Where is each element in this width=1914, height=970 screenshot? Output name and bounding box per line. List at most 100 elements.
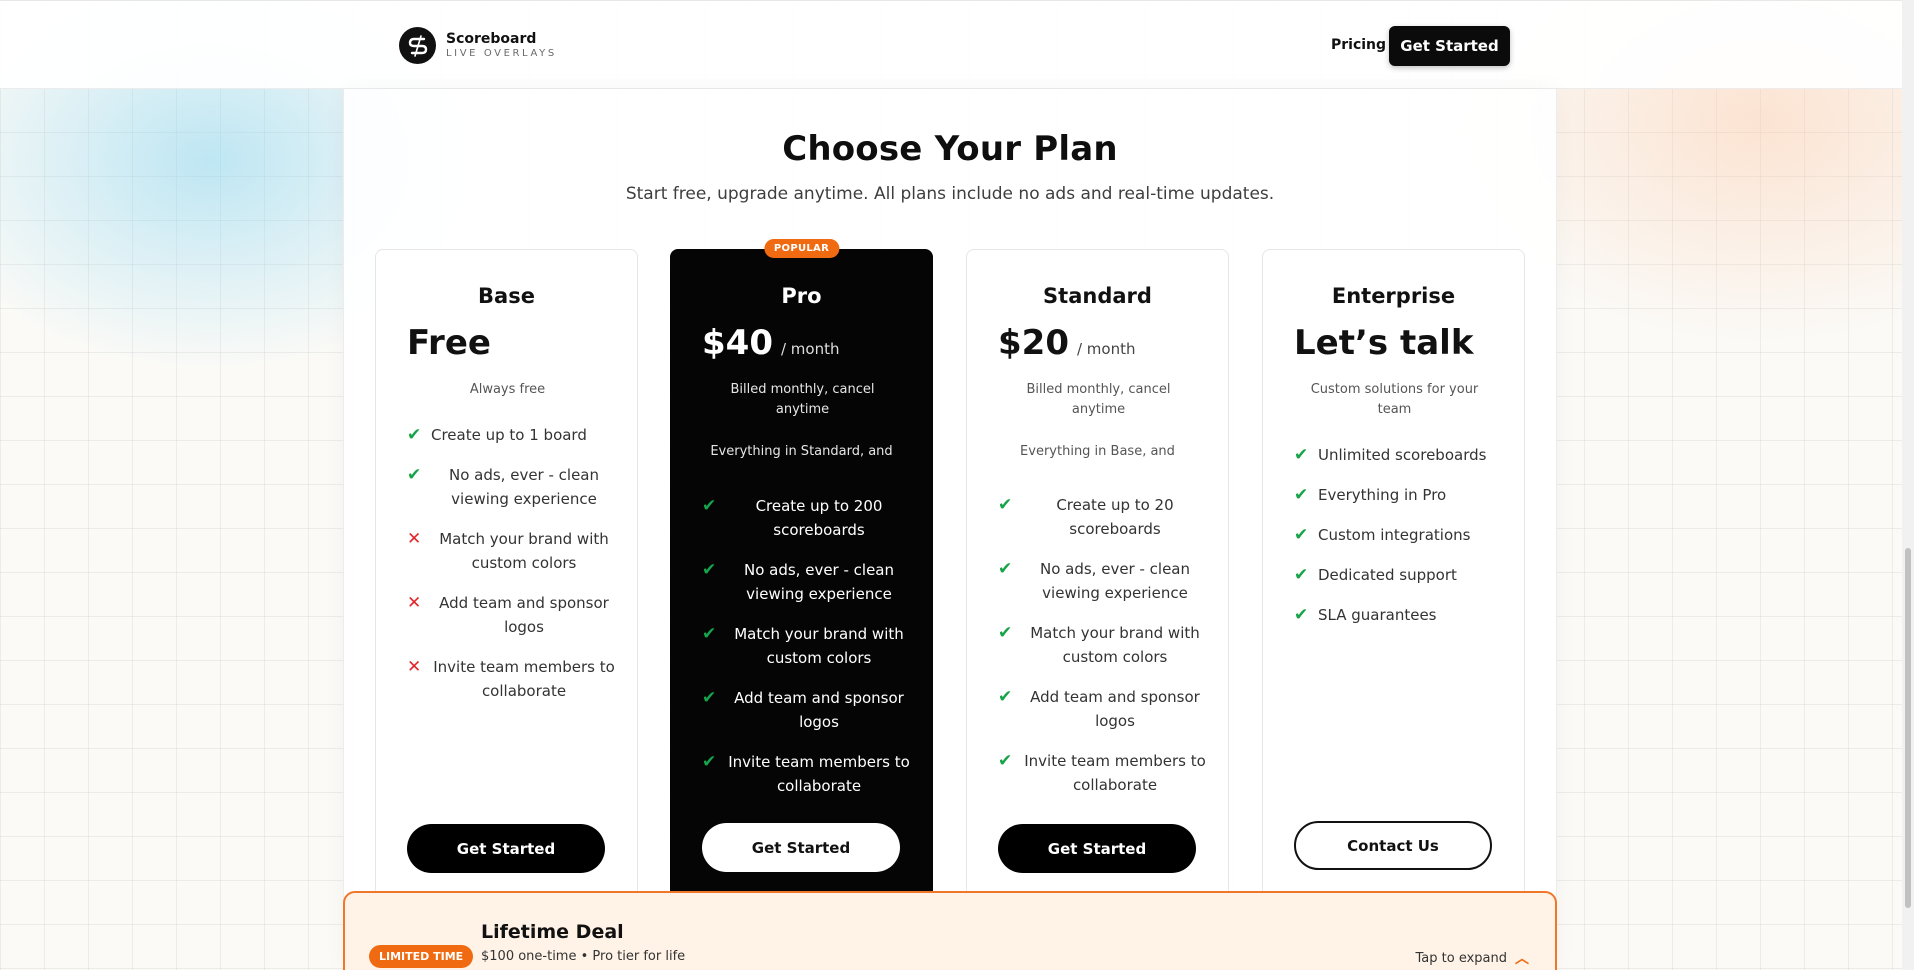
plan-price: $20 (998, 323, 1069, 363)
limited-time-badge: LIMITED TIME (369, 945, 474, 968)
plan-includes: Everything in Standard, and (710, 444, 893, 459)
feature-item: ✔ Add team and sponsor logos (998, 685, 1208, 733)
feature-item: ✔ Invite team members to collaborate (702, 750, 912, 798)
feature-item: ✔ Everything in Pro (1294, 483, 1504, 507)
feature-text: Everything in Pro (1318, 486, 1447, 504)
check-icon: ✔ (1294, 445, 1309, 465)
feature-text: Invite team members to collaborate (728, 753, 910, 795)
check-icon: ✔ (998, 687, 1013, 707)
feature-list: ✔ Create up to 1 board ✔ No ads, ever - cl… (407, 423, 617, 719)
plan-price: $40 (702, 323, 773, 363)
plan-billing: Billed monthly, cancel anytime (1026, 382, 1171, 417)
plan-billing: Custom solutions for your team (1310, 382, 1479, 417)
check-icon: ✔ (998, 623, 1013, 643)
feature-item: ✔ Add team and sponsor logos (702, 686, 912, 734)
feature-item: ✔ No ads, ever - clean viewing experience (998, 557, 1208, 605)
cross-icon: ✕ (407, 657, 422, 677)
feature-text: Invite team members to collaborate (1024, 752, 1206, 794)
brand-name: Scoreboard (446, 31, 537, 47)
check-icon: ✔ (702, 752, 717, 772)
feature-text: Add team and sponsor logos (1030, 688, 1200, 730)
base-get-started-button[interactable]: Get Started (407, 824, 605, 873)
deal-expand-toggle[interactable]: Tap to expand ︿ (1416, 948, 1530, 968)
feature-text: Create up to 20 scoreboards (1056, 496, 1174, 538)
plan-name: Enterprise (1331, 284, 1456, 308)
feature-item: ✔ Unlimited scoreboards (1294, 443, 1504, 467)
plan-name: Pro (781, 284, 822, 308)
scoreboard-logo-icon (399, 27, 436, 64)
contact-us-button[interactable]: Contact Us (1294, 821, 1492, 870)
feature-item: ✔ Create up to 20 scoreboards (998, 493, 1208, 541)
feature-text: Create up to 200 scoreboards (755, 497, 883, 539)
feature-item: ✔ SLA guarantees (1294, 603, 1504, 627)
popular-badge: POPULAR (763, 239, 840, 258)
page-subtitle: Start free, upgrade anytime. All plans i… (625, 184, 1275, 204)
brand-logo[interactable]: Scoreboard LIVE OVERLAYS (399, 27, 557, 64)
feature-text: Dedicated support (1318, 566, 1457, 584)
feature-item: ✕ Invite team members to collaborate (407, 655, 617, 703)
feature-item: ✔ Create up to 200 scoreboards (702, 494, 912, 542)
header-get-started-button[interactable]: Get Started (1389, 26, 1510, 66)
plan-billing: Billed monthly, cancel anytime (730, 382, 875, 417)
check-icon: ✔ (702, 496, 717, 516)
check-icon: ✔ (998, 559, 1013, 579)
feature-item: ✔ Dedicated support (1294, 563, 1504, 587)
feature-text: Add team and sponsor logos (734, 689, 904, 731)
feature-text: No ads, ever - clean viewing experience (1039, 560, 1191, 602)
chevron-up-icon: ︿ (1515, 951, 1529, 967)
check-icon: ✔ (702, 560, 717, 580)
feature-item: ✔ Invite team members to collaborate (998, 749, 1208, 797)
plan-price: Free (407, 323, 491, 363)
standard-get-started-button[interactable]: Get Started (998, 824, 1196, 873)
feature-item: ✔ Match your brand with custom colors (702, 622, 912, 670)
feature-item: ✔ Custom integrations (1294, 523, 1504, 547)
nav-link-pricing[interactable]: Pricing (1331, 37, 1386, 53)
feature-text: Custom integrations (1318, 526, 1471, 544)
feature-text: Match your brand with custom colors (439, 530, 609, 572)
plan-period: / month (1076, 340, 1136, 358)
scrollbar-thumb[interactable] (1905, 548, 1911, 908)
feature-list: ✔ Unlimited scoreboards ✔ Everything in Pr… (1294, 443, 1504, 643)
page-title: Choose Your Plan (782, 129, 1118, 169)
feature-item: ✔ No ads, ever - clean viewing experience (702, 558, 912, 606)
check-icon: ✔ (1294, 485, 1309, 505)
pricing-panel: Choose Your Plan Start free, upgrade any… (343, 89, 1557, 970)
feature-item: ✔ Match your brand with custom colors (998, 621, 1208, 669)
deal-title: Lifetime Deal (481, 921, 624, 943)
feature-list: ✔ Create up to 20 scoreboards ✔ No ads, ev… (998, 493, 1208, 813)
plan-card-pro: POPULAR Pro $40 / month Billed monthly, … (670, 239, 933, 939)
plan-period: / month (780, 340, 840, 358)
feature-text: Unlimited scoreboards (1318, 446, 1487, 464)
feature-text: Invite team members to collaborate (433, 658, 615, 700)
check-icon: ✔ (407, 465, 422, 485)
feature-item: ✔ No ads, ever - clean viewing experience (407, 463, 617, 511)
feature-item: ✔ Create up to 1 board (407, 423, 617, 447)
check-icon: ✔ (1294, 525, 1309, 545)
site-header: Scoreboard LIVE OVERLAYS Pricing Get Sta… (0, 0, 1902, 89)
pro-get-started-button[interactable]: Get Started (702, 823, 900, 872)
feature-text: Add team and sponsor logos (439, 594, 609, 636)
feature-text: SLA guarantees (1318, 606, 1437, 624)
page-scrollbar[interactable] (1902, 0, 1914, 970)
plan-name: Base (478, 284, 535, 308)
cross-icon: ✕ (407, 593, 422, 613)
feature-text: Match your brand with custom colors (734, 625, 904, 667)
check-icon: ✔ (702, 688, 717, 708)
feature-text: Create up to 1 board (431, 426, 587, 444)
plan-name: Standard (1043, 284, 1152, 308)
feature-list: ✔ Create up to 200 scoreboards ✔ No ads, e… (702, 494, 912, 814)
feature-text: No ads, ever - clean viewing experience (448, 466, 600, 508)
check-icon: ✔ (1294, 605, 1309, 625)
brand-tagline: LIVE OVERLAYS (446, 48, 557, 59)
lifetime-deal-banner[interactable]: LIMITED TIME Lifetime Deal $100 one-time… (343, 891, 1557, 970)
plan-price: Let’s talk (1294, 323, 1474, 363)
cross-icon: ✕ (407, 529, 422, 549)
expand-label: Tap to expand (1415, 950, 1508, 966)
feature-item: ✕ Add team and sponsor logos (407, 591, 617, 639)
feature-text: No ads, ever - clean viewing experience (743, 561, 895, 603)
plan-card-base: Base Free Always free ✔ Create up to 1 bo… (375, 249, 638, 939)
check-icon: ✔ (702, 624, 717, 644)
plan-billing: Always free (469, 382, 546, 397)
feature-item: ✕ Match your brand with custom colors (407, 527, 617, 575)
plan-includes: Everything in Base, and (1020, 444, 1175, 459)
